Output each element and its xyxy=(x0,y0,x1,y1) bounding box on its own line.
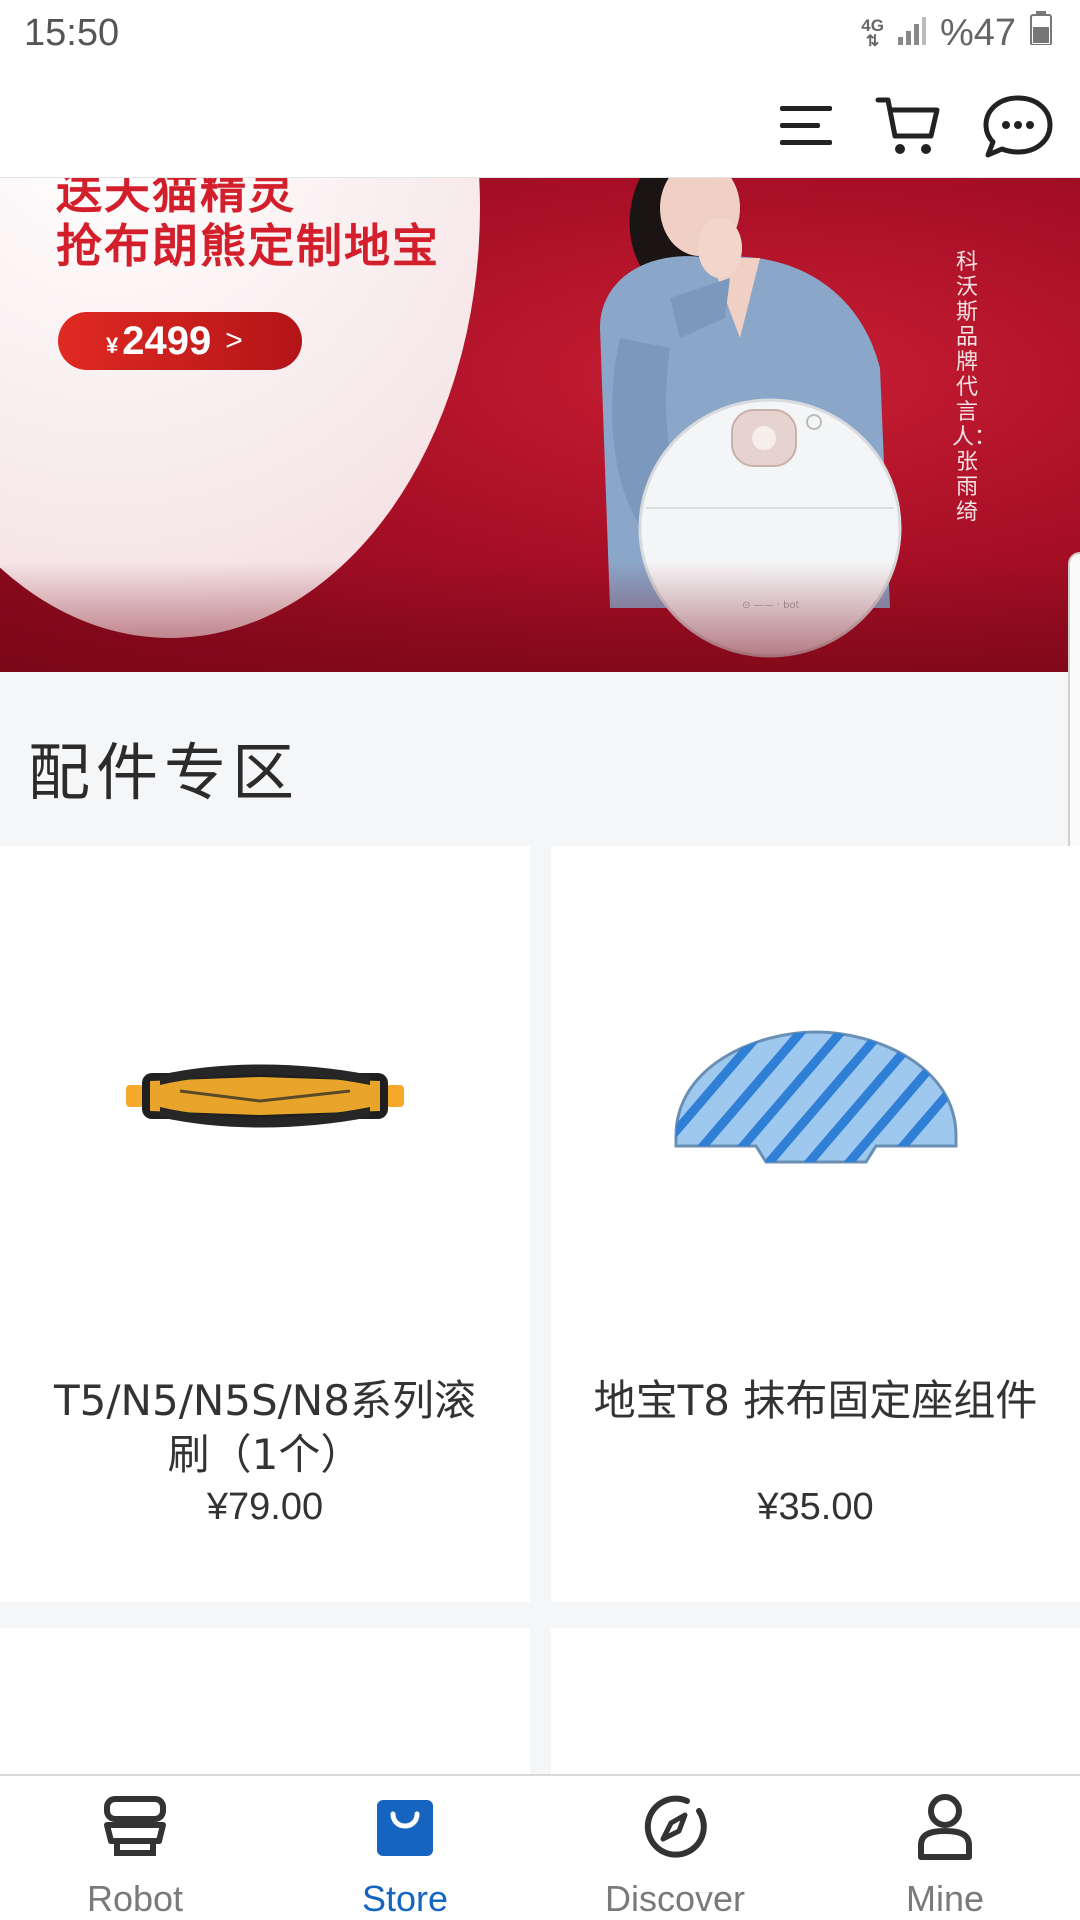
nav-label-mine: Mine xyxy=(905,1878,985,1919)
product-card[interactable] xyxy=(0,1628,530,1778)
edge-panel-handle[interactable] xyxy=(1068,552,1080,880)
menu-icon[interactable] xyxy=(766,86,846,166)
spokesperson-caption: 科沃斯品牌代言人：张雨绮 xyxy=(952,250,997,525)
product-image xyxy=(551,846,1080,1346)
person-icon xyxy=(905,1788,985,1866)
promo-banner[interactable]: 送天猫精灵 抢布朗熊定制地宝 ¥ 2499 > 科沃斯品牌代言人：张雨绮 xyxy=(0,178,1080,672)
shopping-bag-icon xyxy=(365,1788,445,1866)
banner-price-button[interactable]: ¥ 2499 > xyxy=(58,312,302,370)
status-bar: 15:50 4G ⇅ %47 xyxy=(0,0,1080,66)
price-currency: ¥ xyxy=(106,333,119,358)
battery-percent: %47 xyxy=(939,11,1016,54)
nav-label-store: Store xyxy=(361,1878,449,1919)
signal-icon xyxy=(897,12,926,55)
store-screen: 15:50 4G ⇅ %47 送天猫精灵 抢布朗熊定制地宝 ¥ 2499 > 科… xyxy=(0,0,1080,1920)
status-time: 15:50 xyxy=(24,11,120,54)
roller-brush-icon xyxy=(126,1064,404,1128)
mop-pad-icon xyxy=(674,1030,957,1164)
product-name: T5/N5/N5S/N8系列滚刷（1个） xyxy=(54,1376,476,1479)
nav-item-store[interactable]: Store xyxy=(270,1776,540,1920)
product-card[interactable] xyxy=(551,1628,1080,1778)
banner-price: 2499 xyxy=(122,318,212,363)
nav-label-discover: Discover xyxy=(604,1878,746,1919)
network-4g-icon: 4G ⇅ xyxy=(861,16,884,50)
nav-item-robot[interactable]: Robot xyxy=(0,1776,270,1920)
banner-floor xyxy=(0,562,1080,672)
banner-headline-2: 抢布朗熊定制地宝 xyxy=(56,219,440,273)
nav-item-mine[interactable]: Mine xyxy=(810,1776,1080,1920)
product-card[interactable]: 地宝T8 抹布固定座组件 ¥35.00 xyxy=(551,846,1080,1602)
product-price: ¥35.00 xyxy=(757,1486,874,1528)
nav-item-discover[interactable]: Discover xyxy=(540,1776,810,1920)
status-indicators: 4G ⇅ %47 xyxy=(861,11,1052,55)
app-bar xyxy=(0,66,1080,178)
robot-icon xyxy=(95,1788,175,1866)
bottom-navigation: Robot Store Discover Mine xyxy=(0,1774,1080,1920)
chevron-right-icon: > xyxy=(225,324,243,357)
chat-icon[interactable] xyxy=(978,86,1058,166)
product-image xyxy=(0,846,530,1346)
compass-icon xyxy=(635,1788,715,1866)
section-title-accessories: 配件专区 xyxy=(28,736,301,809)
battery-icon xyxy=(1030,11,1052,55)
product-card[interactable]: T5/N5/N5S/N8系列滚刷（1个） ¥79.00 xyxy=(0,846,530,1602)
product-name: 地宝T8 抹布固定座组件 xyxy=(593,1376,1038,1425)
cart-icon[interactable] xyxy=(868,86,948,166)
product-price: ¥79.00 xyxy=(206,1486,324,1528)
nav-label-robot: Robot xyxy=(86,1878,184,1919)
